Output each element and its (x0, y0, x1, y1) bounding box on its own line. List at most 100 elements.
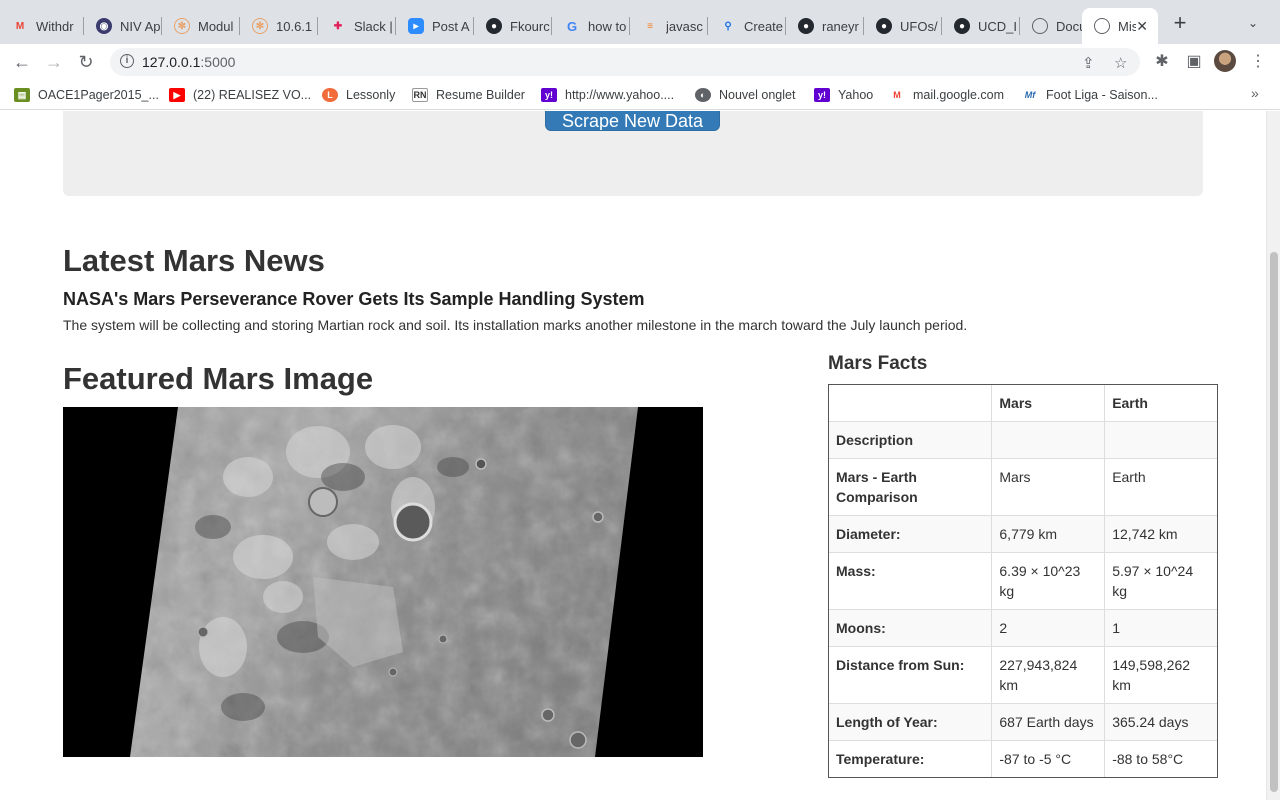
tab-label: UFOs/ (900, 18, 938, 34)
tab-slack[interactable]: ✚ Slack | (318, 8, 394, 44)
mf-icon: Mf (1022, 88, 1038, 102)
bookmark-item[interactable]: ▤ OACE1Pager2015_... (14, 86, 159, 104)
table-cell: 6.39 × 10^23 kg (991, 552, 1106, 610)
tab-search-chevron-icon[interactable]: ⌄ (1248, 16, 1258, 30)
table-row: Distance from Sun: 227,943,824 km 149,59… (827, 646, 1218, 704)
tab-create[interactable]: ⚲ Create (708, 8, 784, 44)
tab-module[interactable]: ✻ Modul (162, 8, 238, 44)
site-info-icon[interactable]: i (120, 54, 134, 68)
tab-label: Post A (432, 18, 470, 34)
bookmark-item[interactable]: y! Yahoo (814, 86, 873, 104)
table-header-row: Mars Earth (827, 384, 1218, 422)
bookmark-label: Yahoo (838, 88, 874, 102)
profile-avatar[interactable] (1214, 50, 1236, 72)
table-row-label: Description (827, 421, 993, 459)
gmail-icon: M (889, 88, 905, 102)
tab-label: 10.6.1 (276, 18, 313, 34)
tab-how-to[interactable]: G how to (552, 8, 628, 44)
table-row-label: Moons: (827, 609, 993, 647)
side-panel-icon[interactable]: ▣ (1182, 50, 1206, 74)
tab-label: Create (744, 18, 784, 34)
table-row: Temperature: -87 to -5 °C -88 to 58°C (827, 740, 1218, 778)
tab-mission-to-mars[interactable]: Mis ✕ (1082, 8, 1158, 44)
scrape-new-data-button[interactable]: Scrape New Data (545, 111, 720, 131)
mars-terrain-image (63, 407, 703, 757)
back-button[interactable]: ← (10, 50, 34, 74)
browser-toolbar: ← → ↻ i 127.0.0.1:5000 ⇪ ☆ ✱ ▣ ⋮ (0, 44, 1280, 80)
tab-label: NIV Ap (120, 18, 160, 34)
tab-label: Mis (1118, 18, 1137, 34)
table-cell: 12,742 km (1104, 515, 1218, 553)
table-cell: 227,943,824 km (991, 646, 1106, 704)
table-row: Description (827, 421, 1218, 459)
featured-mars-image (63, 407, 703, 757)
tab-10-6[interactable]: ✻ 10.6.1 (240, 8, 316, 44)
table-row-label: Distance from Sun: (827, 646, 993, 704)
bookmark-label: mail.google.com (913, 88, 1005, 102)
table-row: Diameter: 6,779 km 12,742 km (827, 515, 1218, 553)
bookmark-item[interactable]: M mail.google.com (889, 86, 1004, 104)
table-header-cell: Mars (991, 384, 1106, 422)
bookmark-star-icon[interactable]: ☆ (1114, 54, 1127, 72)
tab-niv[interactable]: ◉ NIV Ap (84, 8, 160, 44)
lessonly-icon: L (322, 88, 338, 102)
github-icon: ● (798, 18, 814, 34)
more-bookmarks-icon[interactable]: » (1251, 85, 1259, 101)
tab-label: Fkourc (510, 18, 550, 34)
yahoo-icon: y! (814, 88, 830, 102)
reload-button[interactable]: ↻ (74, 50, 98, 74)
address-bar[interactable]: i 127.0.0.1:5000 ⇪ ☆ (110, 48, 1140, 76)
bookmark-item[interactable]: ◐ Nouvel onglet (695, 86, 795, 104)
page-scrollbar[interactable] (1266, 111, 1280, 800)
tab-ucd[interactable]: ● UCD_I (942, 8, 1018, 44)
table-row: Mass: 6.39 × 10^23 kg 5.97 × 10^24 kg (827, 552, 1218, 610)
table-cell: 6,779 km (991, 515, 1106, 553)
scrollbar-thumb[interactable] (1270, 252, 1278, 792)
news-title: NASA's Mars Perseverance Rover Gets Its … (63, 289, 645, 309)
table-cell: -87 to -5 °C (991, 740, 1106, 778)
bookmarks-bar: ▤ OACE1Pager2015_... ▶ (22) REALISEZ VO.… (0, 80, 1280, 110)
tab-label: Modul (198, 18, 234, 34)
search-icon: ⚲ (724, 20, 732, 32)
extensions-icon[interactable]: ✱ (1150, 50, 1174, 74)
file-icon: ▤ (14, 88, 30, 102)
news-heading: Latest Mars News (63, 243, 325, 278)
url-text[interactable]: 127.0.0.1:5000 (142, 54, 235, 70)
page-viewport: Scrape New Data Latest Mars News NASA's … (0, 111, 1266, 800)
table-cell (1104, 421, 1218, 459)
forward-button[interactable]: → (42, 50, 66, 74)
bookmark-item[interactable]: RN Resume Builder (412, 86, 525, 104)
tab-label: UCD_I (978, 18, 1018, 34)
youtube-icon: ▶ (169, 88, 185, 102)
rn-icon: RN (412, 88, 428, 102)
tab-javascript[interactable]: ≡ javasc (630, 8, 706, 44)
menu-kebab-icon[interactable]: ⋮ (1246, 50, 1270, 74)
tab-gmail[interactable]: M Withdr (0, 8, 82, 44)
bookmark-item[interactable]: Mf Foot Liga - Saison... (1022, 86, 1158, 104)
jumbotron: Scrape New Data (63, 111, 1203, 196)
tab-document[interactable]: Docun (1020, 8, 1082, 44)
table-row-label: Length of Year: (827, 703, 993, 741)
tab-label: javasc (666, 18, 703, 34)
tab-ufos[interactable]: ● UFOs/ (864, 8, 940, 44)
bookmark-item[interactable]: y! http://www.yahoo.... (541, 86, 674, 104)
tab-post[interactable]: ▸ Post A (396, 8, 472, 44)
globe-icon: ◐ (695, 88, 711, 102)
github-icon: ● (954, 18, 970, 34)
tab-fkourc[interactable]: ● Fkourc (474, 8, 550, 44)
table-header-cell: Earth (1104, 384, 1218, 422)
featured-image-heading: Featured Mars Image (63, 361, 374, 396)
globe-icon (1094, 18, 1110, 34)
yahoo-icon: y! (541, 88, 557, 102)
close-tab-icon[interactable]: ✕ (1136, 18, 1148, 35)
bookmark-item[interactable]: ▶ (22) REALISEZ VO... (169, 86, 311, 104)
bookmark-item[interactable]: L Lessonly (322, 86, 395, 104)
stackoverflow-icon: ≡ (647, 20, 653, 32)
table-row-label: Temperature: (827, 740, 993, 778)
table-header-cell (827, 384, 993, 422)
share-icon[interactable]: ⇪ (1082, 54, 1095, 72)
new-tab-button[interactable]: + (1170, 12, 1190, 34)
table-row: Moons: 2 1 (827, 609, 1218, 647)
tab-raneyr[interactable]: ● raneyr (786, 8, 862, 44)
table-row-label: Mars - Earth Comparison (827, 458, 993, 516)
